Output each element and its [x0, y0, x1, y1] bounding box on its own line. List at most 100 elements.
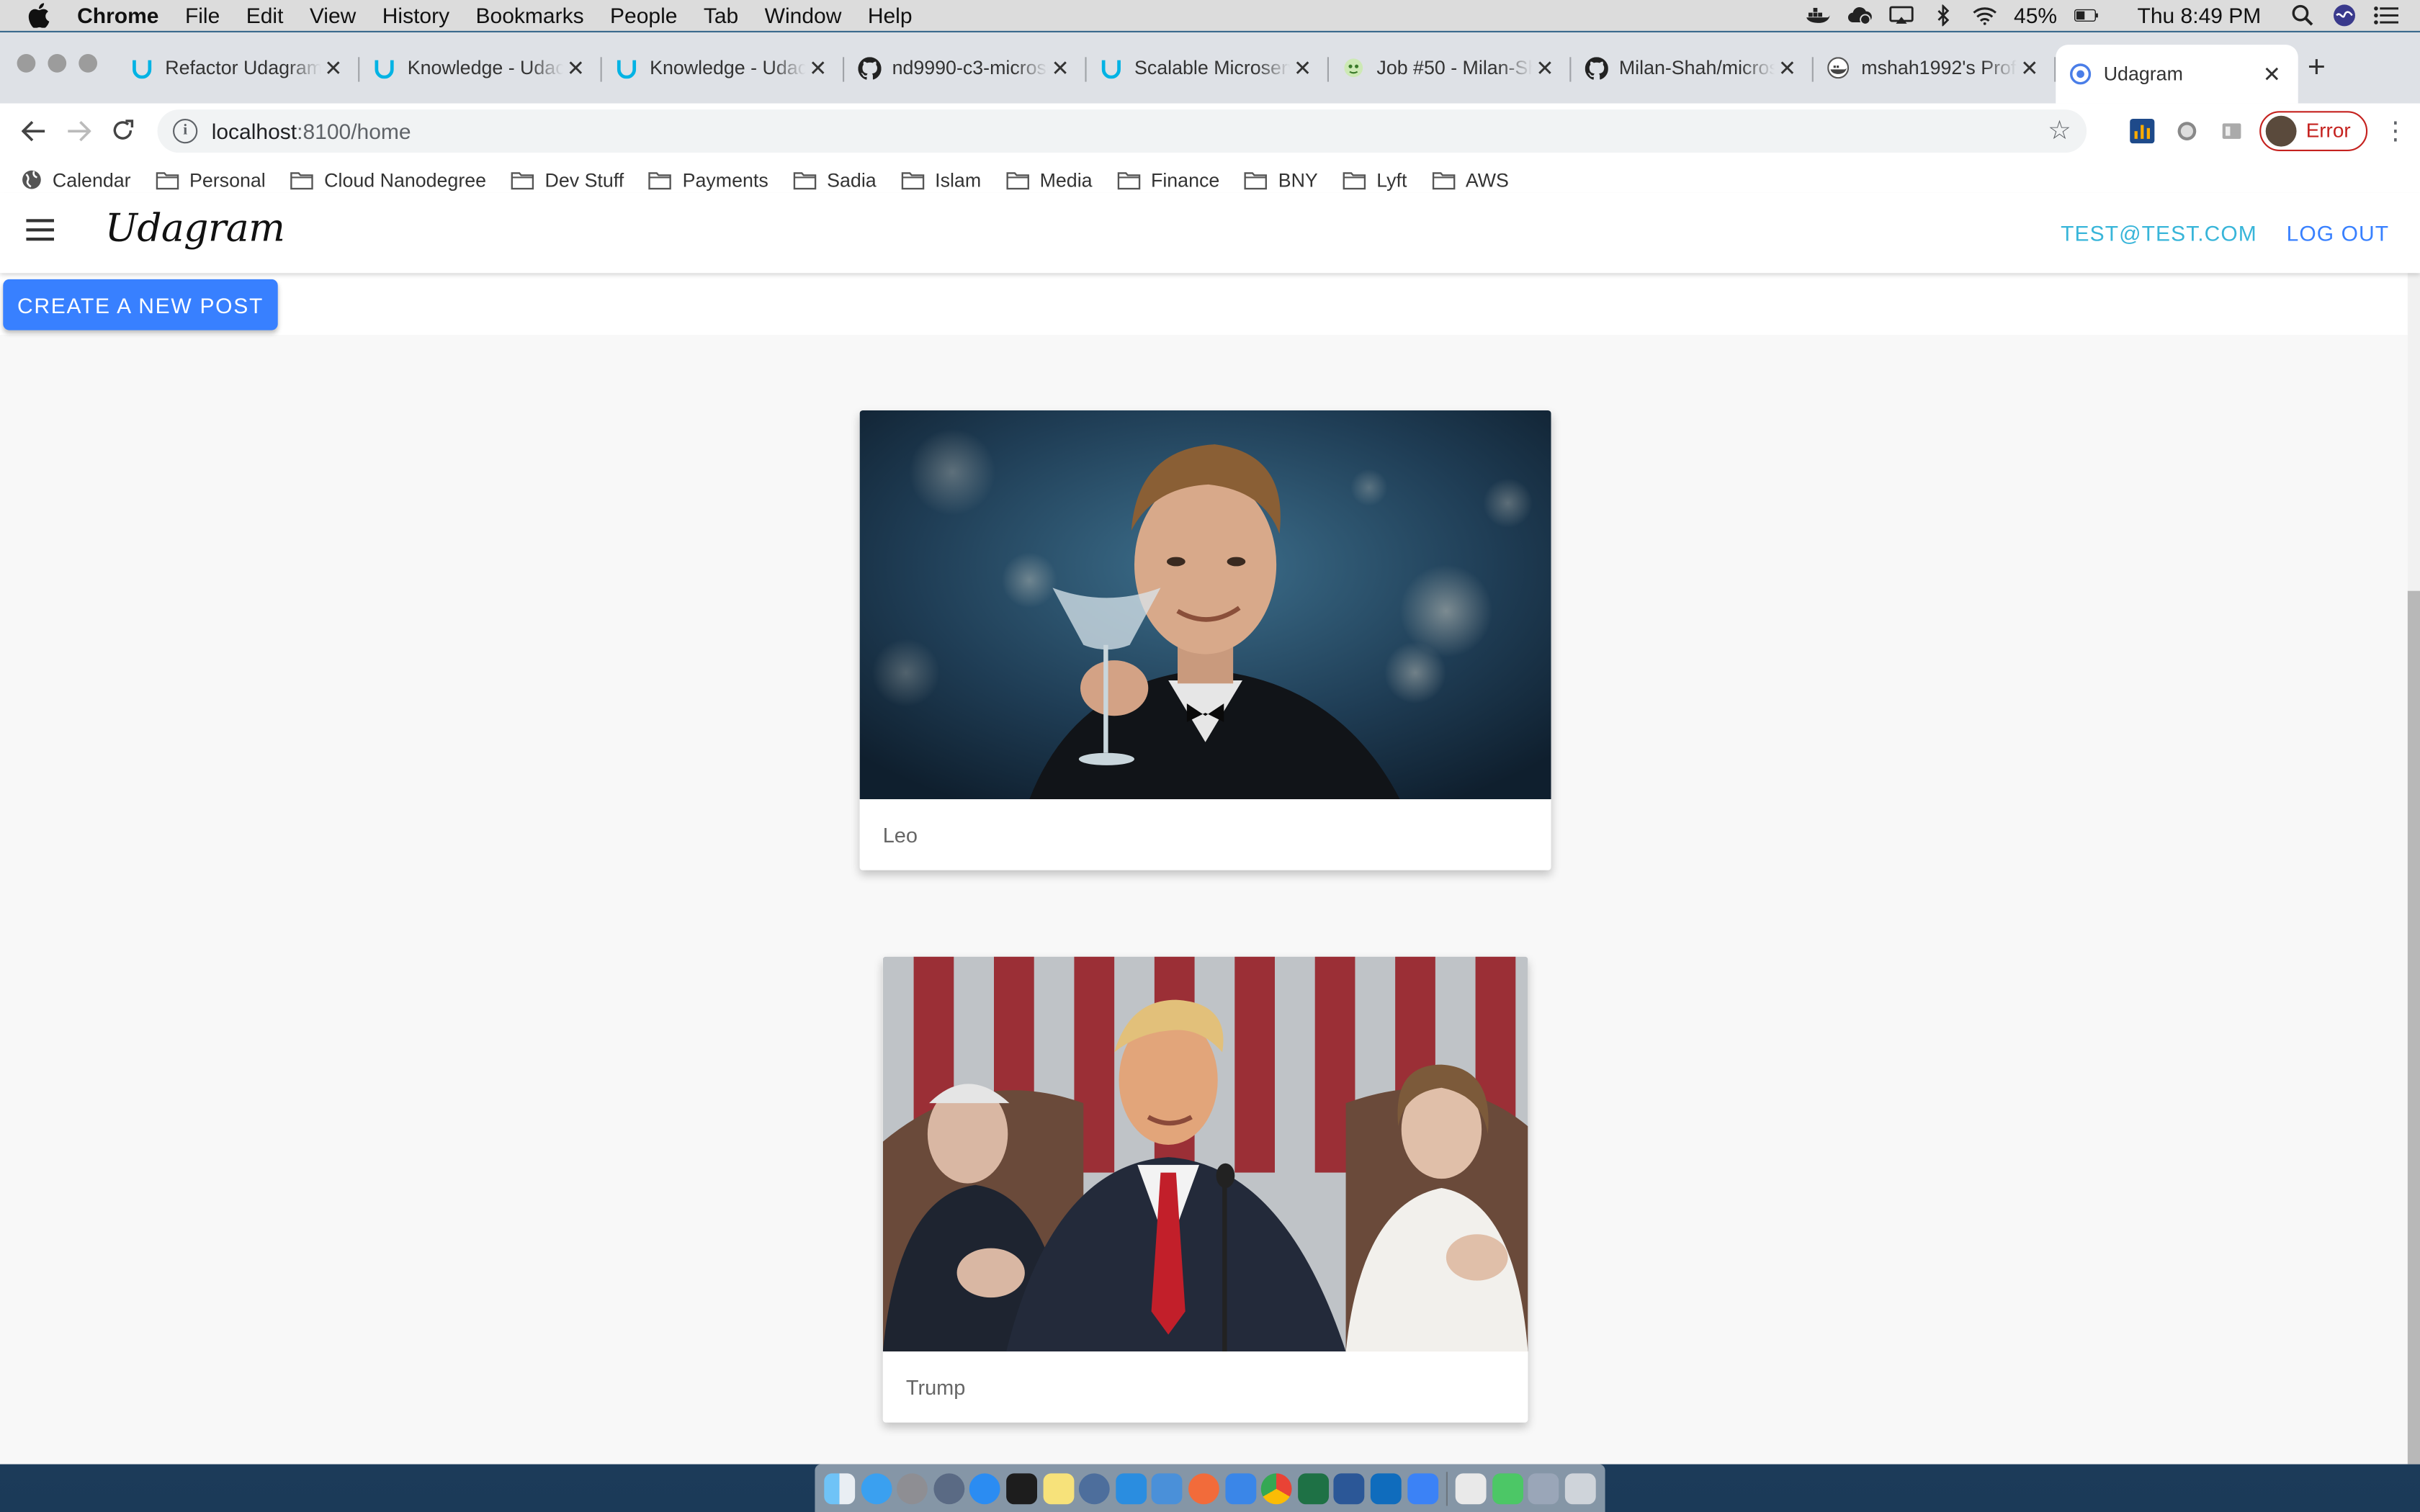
close-tab-icon[interactable]: ✕ [1533, 55, 1557, 81]
notification-center-icon[interactable] [2374, 4, 2398, 26]
back-button[interactable] [12, 107, 56, 153]
menu-edit[interactable]: Edit [233, 0, 297, 31]
tab-scalable-microservices[interactable]: Scalable Microservices ✕ [1087, 45, 1329, 91]
close-tab-icon[interactable]: ✕ [321, 55, 346, 81]
spotlight-search-icon[interactable] [2290, 4, 2315, 26]
trash-icon[interactable] [1564, 1472, 1596, 1504]
menu-people[interactable]: People [597, 0, 691, 31]
menu-history[interactable]: History [369, 0, 463, 31]
bookmark-folder-finance[interactable]: Finance [1117, 169, 1219, 191]
reload-button[interactable] [101, 107, 145, 153]
facetime-icon[interactable] [1492, 1472, 1523, 1504]
bookmark-star-icon[interactable]: ☆ [2048, 115, 2071, 146]
post-card-leo[interactable]: Leo [859, 410, 1551, 870]
reader-extension-icon[interactable] [2209, 107, 2253, 153]
safari-icon[interactable] [969, 1472, 1001, 1504]
menu-tab[interactable]: Tab [691, 0, 752, 31]
circle-extension-icon[interactable] [2165, 107, 2209, 153]
post-card-trump[interactable]: Trump [882, 956, 1528, 1423]
close-tab-icon[interactable]: ✕ [806, 55, 830, 81]
wifi-icon[interactable] [1972, 4, 1996, 26]
close-tab-icon[interactable]: ✕ [2017, 55, 2042, 81]
bookmark-folder-media[interactable]: Media [1005, 169, 1093, 191]
bookmark-folder-personal[interactable]: Personal [156, 169, 266, 191]
bookmark-folder-cloud-nanodegree[interactable]: Cloud Nanodegree [290, 169, 486, 191]
maps-icon[interactable] [1224, 1472, 1256, 1504]
close-tab-icon[interactable]: ✕ [563, 55, 588, 81]
tab-github-nd9990[interactable]: nd9990-c3-microservices ✕ [844, 45, 1087, 91]
hamburger-menu-icon[interactable] [26, 219, 54, 241]
menubar-clock[interactable]: Thu 8:49 PM [2138, 3, 2262, 27]
create-new-post-button[interactable]: CREATE A NEW POST [3, 279, 278, 330]
sequel-pro-icon[interactable] [1079, 1472, 1111, 1504]
messages-icon[interactable] [860, 1472, 892, 1504]
system-preferences-icon[interactable] [897, 1472, 928, 1504]
menu-bookmarks[interactable]: Bookmarks [462, 0, 596, 31]
tab-travis-job[interactable]: Job #50 - Milan-Shah ✕ [1329, 45, 1572, 91]
tab-docker-profile[interactable]: mshah1992's Profile ✕ [1814, 45, 2056, 91]
downloads-stack-icon[interactable] [1456, 1472, 1487, 1504]
screenshots-stack-icon[interactable] [1528, 1472, 1560, 1504]
chrome-menu-icon[interactable]: ⋮ [2383, 115, 2408, 146]
bookmark-folder-sadia[interactable]: Sadia [793, 169, 877, 191]
bookmark-folder-lyft[interactable]: Lyft [1343, 169, 1407, 191]
bookmark-calendar[interactable]: Calendar [22, 169, 131, 191]
tab-knowledge-udacity-1[interactable]: Knowledge - Udacity ✕ [359, 45, 602, 91]
cloud-sync-icon[interactable] [1847, 4, 1872, 26]
bluetooth-icon[interactable] [1930, 4, 1955, 27]
bookmark-folder-islam[interactable]: Islam [901, 169, 981, 191]
bookmark-label: BNY [1278, 168, 1318, 191]
close-window-button[interactable] [17, 54, 36, 73]
logout-button[interactable]: LOG OUT [2287, 220, 2390, 245]
preview-icon[interactable] [1152, 1472, 1183, 1504]
close-tab-icon[interactable]: ✕ [2259, 61, 2284, 87]
profile-error-button[interactable]: Error [2259, 110, 2368, 150]
bookmark-label: AWS [1465, 168, 1509, 191]
close-tab-icon[interactable]: ✕ [1290, 55, 1314, 81]
tab-github-milan-shah[interactable]: Milan-Shah/microservices ✕ [1571, 45, 1814, 91]
site-info-icon[interactable]: i [173, 117, 198, 143]
user-email-link[interactable]: TEST@TEST.COM [2061, 220, 2257, 245]
menu-view[interactable]: View [297, 0, 369, 31]
menu-window[interactable]: Window [751, 0, 854, 31]
minimize-window-button[interactable] [48, 54, 67, 73]
bookmark-folder-payments[interactable]: Payments [648, 169, 768, 191]
tab-udagram-active[interactable]: Udagram ✕ [2056, 45, 2298, 104]
menu-app-name[interactable]: Chrome [77, 0, 172, 31]
word-icon[interactable] [1334, 1472, 1365, 1504]
new-tab-button[interactable]: + [2300, 51, 2334, 85]
chrome-dock-icon[interactable] [1260, 1472, 1292, 1504]
app-brand-logo[interactable]: Udagram [105, 205, 285, 250]
apple-menu-icon[interactable] [0, 3, 77, 28]
finder-icon[interactable] [824, 1472, 856, 1504]
zoom-window-button[interactable] [79, 54, 97, 73]
airplay-icon[interactable] [1888, 4, 1914, 26]
launchpad-icon[interactable] [933, 1472, 964, 1504]
excel-icon[interactable] [1297, 1472, 1329, 1504]
folder-icon [156, 171, 179, 189]
todo-icon[interactable] [1407, 1472, 1438, 1504]
page-scrollbar[interactable] [2407, 192, 2420, 1464]
terminal-icon[interactable] [1006, 1472, 1037, 1504]
postman-icon[interactable] [1188, 1472, 1219, 1504]
forward-button[interactable] [57, 107, 101, 153]
close-tab-icon[interactable]: ✕ [1048, 55, 1072, 81]
bookmark-folder-bny[interactable]: BNY [1244, 168, 1318, 191]
menu-help[interactable]: Help [855, 0, 926, 31]
analytics-extension-icon[interactable] [2120, 107, 2164, 153]
notes-icon[interactable] [1042, 1472, 1074, 1504]
outlook-icon[interactable] [1370, 1472, 1402, 1504]
tab-knowledge-udacity-2[interactable]: Knowledge - Udacity ✕ [602, 45, 845, 91]
vscode-icon[interactable] [1115, 1472, 1147, 1504]
menu-file[interactable]: File [172, 0, 233, 31]
docker-whale-icon[interactable] [1806, 4, 1830, 26]
battery-icon[interactable] [2074, 4, 2099, 26]
scrollbar-thumb[interactable] [2407, 590, 2420, 1464]
avatar [2265, 114, 2297, 146]
siri-icon[interactable] [2332, 4, 2357, 27]
tab-refactor-udagram[interactable]: Refactor Udagram ✕ [117, 45, 360, 91]
bookmark-folder-aws[interactable]: AWS [1432, 169, 1509, 191]
bookmark-folder-dev-stuff[interactable]: Dev Stuff [511, 169, 624, 191]
close-tab-icon[interactable]: ✕ [1775, 55, 1799, 81]
address-bar[interactable]: i localhost:8100/home ☆ [157, 109, 2087, 153]
